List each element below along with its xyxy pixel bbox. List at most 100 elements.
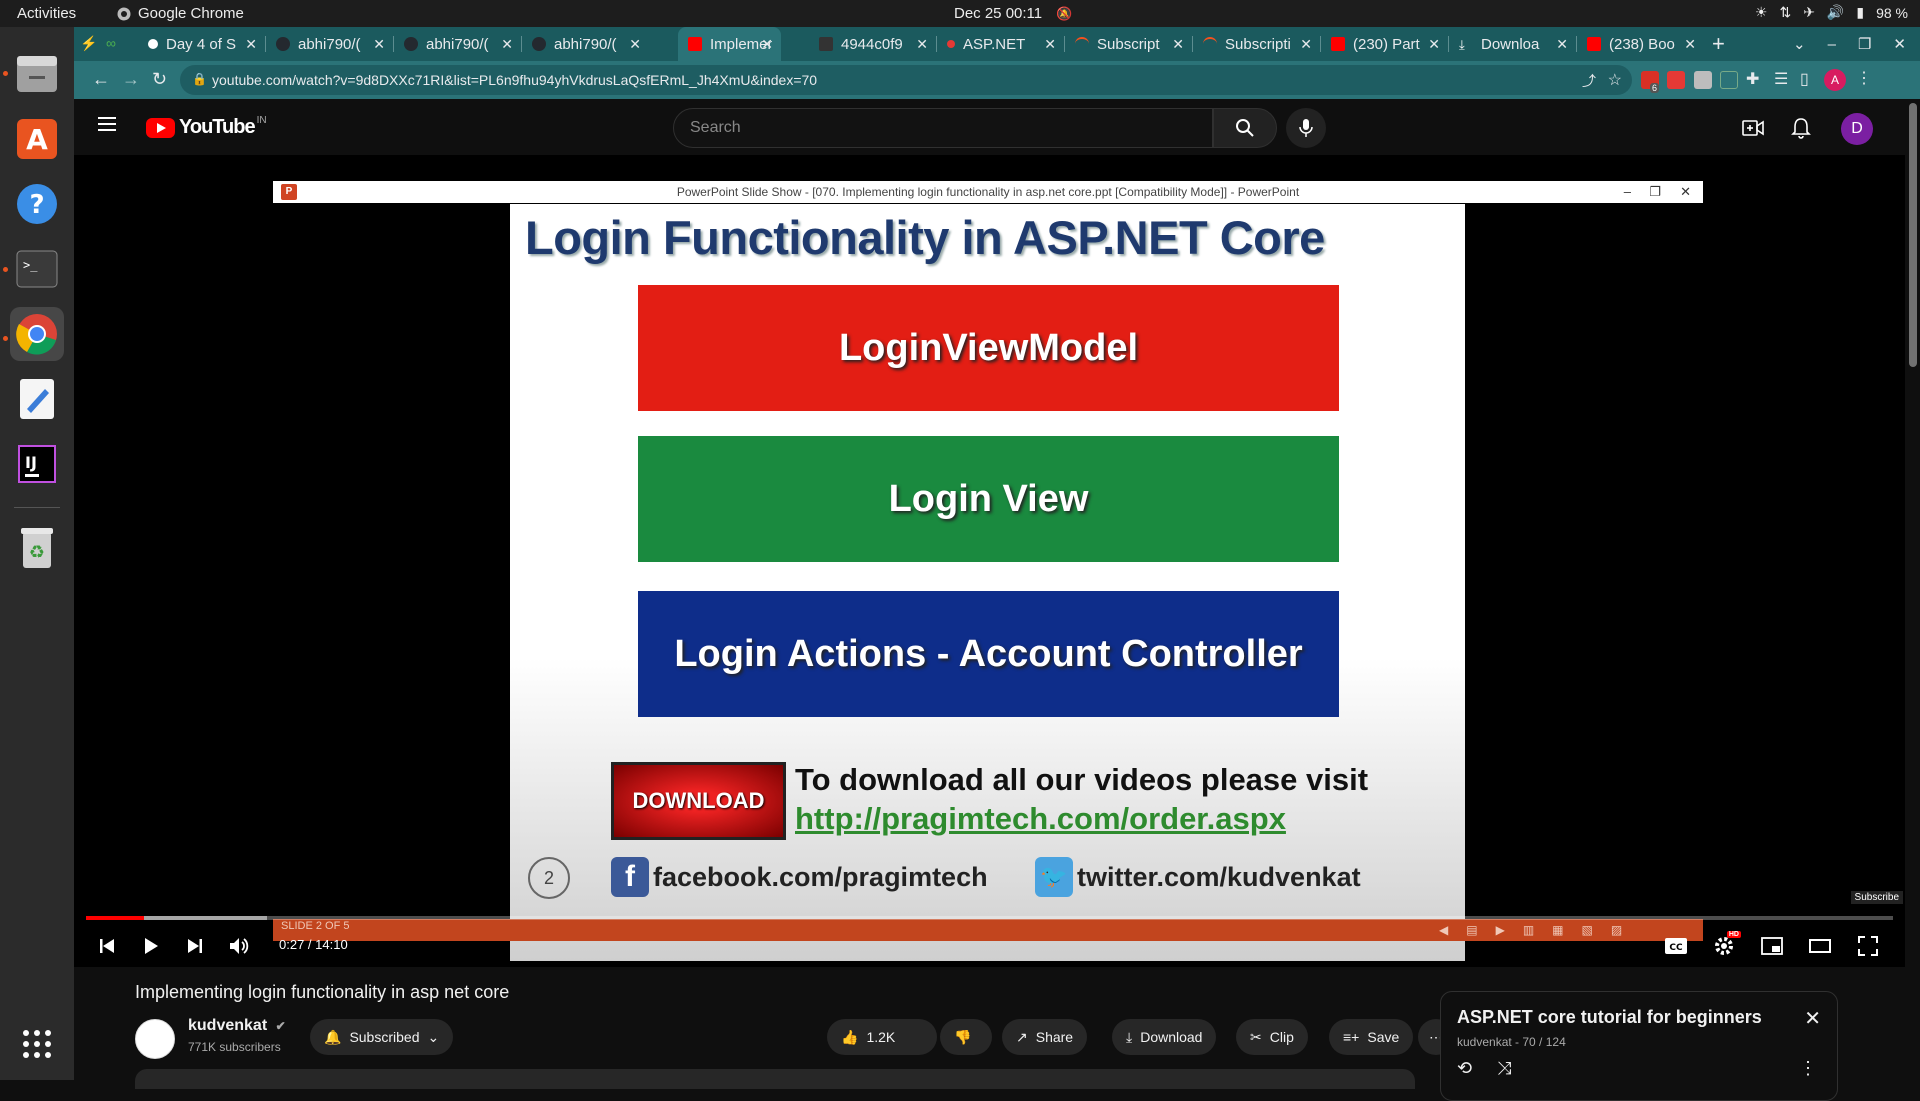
address-bar[interactable]: 🔒 youtube.com/watch?v=9d8DXXc71RI&list=P… bbox=[180, 65, 1632, 95]
side-panel-icon[interactable]: ▯ bbox=[1800, 69, 1809, 89]
text-editor-icon[interactable] bbox=[10, 372, 64, 426]
tab-8[interactable]: Subscript ✕ bbox=[1065, 27, 1192, 61]
tab-12[interactable]: (238) Boo ✕ bbox=[1577, 27, 1704, 61]
chrome-menu-icon[interactable]: ⋮ bbox=[1856, 68, 1872, 88]
search-input[interactable]: Search bbox=[673, 108, 1213, 148]
close-window-icon[interactable]: ✕ bbox=[1893, 35, 1906, 53]
fullscreen-button[interactable] bbox=[1853, 931, 1883, 961]
files-icon[interactable] bbox=[10, 47, 64, 101]
tab-3[interactable]: abhi790/( ✕ bbox=[394, 27, 521, 61]
scrollbar-thumb[interactable] bbox=[1909, 103, 1917, 367]
youtube-logo[interactable]: YouTube IN bbox=[146, 115, 267, 139]
channel-name[interactable]: kudvenkat ✔ bbox=[188, 1017, 286, 1035]
activities-button[interactable]: Activities bbox=[17, 5, 76, 22]
tab-close-icon[interactable]: ✕ bbox=[761, 36, 773, 53]
create-video-button[interactable] bbox=[1740, 115, 1766, 141]
like-button[interactable]: 👍 1.2K bbox=[827, 1019, 937, 1055]
app-menu[interactable]: Google Chrome bbox=[117, 5, 244, 22]
profile-initial: A bbox=[1830, 73, 1839, 87]
help-icon[interactable]: ? bbox=[10, 177, 64, 231]
theater-mode-button[interactable] bbox=[1805, 931, 1835, 961]
channel-avatar[interactable] bbox=[135, 1019, 175, 1059]
intellij-icon[interactable]: IJ bbox=[10, 437, 64, 491]
tab-1[interactable]: Day 4 of S ✕ bbox=[138, 27, 265, 61]
volume-button[interactable] bbox=[224, 931, 254, 961]
share-icon[interactable]: ⤴ bbox=[1582, 71, 1596, 91]
presentation-slide: Login Functionality in ASP.NET Core Logi… bbox=[510, 204, 1465, 961]
subscribe-watermark[interactable]: Subscribe bbox=[1850, 891, 1903, 904]
tab-close-icon[interactable]: ✕ bbox=[1428, 36, 1440, 53]
trash-icon[interactable]: ♻ bbox=[10, 521, 64, 575]
shuffle-icon[interactable]: ⤨ bbox=[1497, 1058, 1511, 1079]
reading-list-icon[interactable]: ☰ bbox=[1774, 69, 1788, 89]
tab-10[interactable]: (230) Part ✕ bbox=[1321, 27, 1448, 61]
chrome-dock-icon[interactable] bbox=[10, 307, 64, 361]
tab-4[interactable]: abhi790/( ✕ bbox=[522, 27, 649, 61]
miniplayer-button[interactable] bbox=[1757, 931, 1787, 961]
download-button[interactable]: ⤓ Download bbox=[1112, 1019, 1217, 1055]
tab-close-icon[interactable]: ✕ bbox=[501, 36, 513, 53]
tab-close-icon[interactable]: ✕ bbox=[1300, 36, 1312, 53]
tab-close-icon[interactable]: ✕ bbox=[1684, 36, 1696, 53]
dislike-button[interactable]: 👎 bbox=[940, 1019, 992, 1055]
next-button[interactable] bbox=[180, 931, 210, 961]
terminal-icon[interactable]: >_ bbox=[10, 242, 64, 296]
tab-7[interactable]: ASP.NET ✕ bbox=[937, 27, 1064, 61]
extension-gray-icon[interactable] bbox=[1694, 71, 1712, 89]
pinned-tab[interactable]: ∞ bbox=[106, 35, 116, 51]
clip-button[interactable]: ✂ Clip bbox=[1236, 1019, 1308, 1055]
tab-close-icon[interactable]: ✕ bbox=[916, 36, 928, 53]
tab-search-icon[interactable]: ⌄ bbox=[1793, 35, 1806, 53]
profile-avatar[interactable]: A bbox=[1824, 69, 1846, 91]
close-playlist-icon[interactable]: ✕ bbox=[1804, 1006, 1821, 1031]
tab-2[interactable]: abhi790/( ✕ bbox=[266, 27, 393, 61]
minimize-icon[interactable]: – bbox=[1828, 36, 1836, 53]
menu-icon[interactable] bbox=[98, 117, 116, 131]
new-tab-button[interactable]: + bbox=[1712, 31, 1725, 57]
description-box-top[interactable] bbox=[135, 1069, 1415, 1089]
share-button[interactable]: ↗ Share bbox=[1002, 1019, 1088, 1055]
extensions-puzzle-icon[interactable]: ✚ bbox=[1746, 69, 1759, 89]
playlist-menu-icon[interactable]: ⋮ bbox=[1799, 1058, 1817, 1079]
extension-youtube-icon[interactable] bbox=[1667, 71, 1685, 89]
tab-search-left-icon[interactable]: ⚡ bbox=[80, 35, 97, 51]
settings-button[interactable]: HD bbox=[1709, 931, 1741, 961]
video-player[interactable]: P PowerPoint Slide Show - [070. Implemen… bbox=[74, 155, 1905, 967]
loop-icon[interactable]: ⟲ bbox=[1457, 1058, 1472, 1079]
clip-label: Clip bbox=[1269, 1029, 1294, 1045]
tab-5-active[interactable]: Implemen ✕ bbox=[678, 27, 781, 61]
tab-close-icon[interactable]: ✕ bbox=[245, 36, 257, 53]
playlist-title[interactable]: ASP.NET core tutorial for beginners bbox=[1457, 1007, 1762, 1028]
tab-close-icon[interactable]: ✕ bbox=[373, 36, 385, 53]
clock[interactable]: Dec 25 00:11 🔕 bbox=[954, 5, 1072, 22]
progress-bar[interactable] bbox=[86, 916, 1893, 920]
forward-icon[interactable]: → bbox=[122, 69, 140, 90]
extension-wave-icon[interactable] bbox=[1720, 71, 1738, 89]
tab-close-icon[interactable]: ✕ bbox=[629, 36, 641, 53]
play-button[interactable] bbox=[136, 931, 166, 961]
tab-6[interactable]: 4944c0f9 ✕ bbox=[809, 27, 936, 61]
tab-9[interactable]: Subscripti ✕ bbox=[1193, 27, 1320, 61]
tab-close-icon[interactable]: ✕ bbox=[1044, 36, 1056, 53]
svg-text:?: ? bbox=[29, 190, 44, 220]
user-avatar[interactable]: D bbox=[1841, 113, 1873, 145]
tab-close-icon[interactable]: ✕ bbox=[1556, 36, 1568, 53]
captions-button[interactable]: CC bbox=[1661, 931, 1691, 961]
bookmark-star-icon[interactable]: ☆ bbox=[1608, 70, 1622, 90]
system-tray[interactable]: ☀ ⇅ ✈ 🔊 ▮ 98 % bbox=[1755, 4, 1908, 21]
software-center-icon[interactable]: A bbox=[10, 112, 64, 166]
show-apps-icon[interactable] bbox=[10, 1017, 64, 1071]
previous-button[interactable] bbox=[92, 931, 122, 961]
search-button[interactable] bbox=[1213, 108, 1277, 148]
back-icon[interactable]: ← bbox=[92, 69, 110, 90]
download-favicon-icon: ⤓ bbox=[1459, 37, 1465, 52]
tab-close-icon[interactable]: ✕ bbox=[1172, 36, 1184, 53]
save-button[interactable]: ≡+ Save bbox=[1329, 1019, 1414, 1055]
voice-search-button[interactable] bbox=[1286, 108, 1326, 148]
tab-11[interactable]: ⤓ Downloa ✕ bbox=[1449, 27, 1576, 61]
subscribed-button[interactable]: 🔔 Subscribed ⌄ bbox=[310, 1019, 454, 1055]
notifications-button[interactable] bbox=[1788, 115, 1814, 141]
page-scrollbar[interactable] bbox=[1905, 99, 1920, 1080]
restore-icon[interactable]: ❐ bbox=[1858, 35, 1871, 53]
reload-icon[interactable]: ↻ bbox=[152, 69, 167, 90]
